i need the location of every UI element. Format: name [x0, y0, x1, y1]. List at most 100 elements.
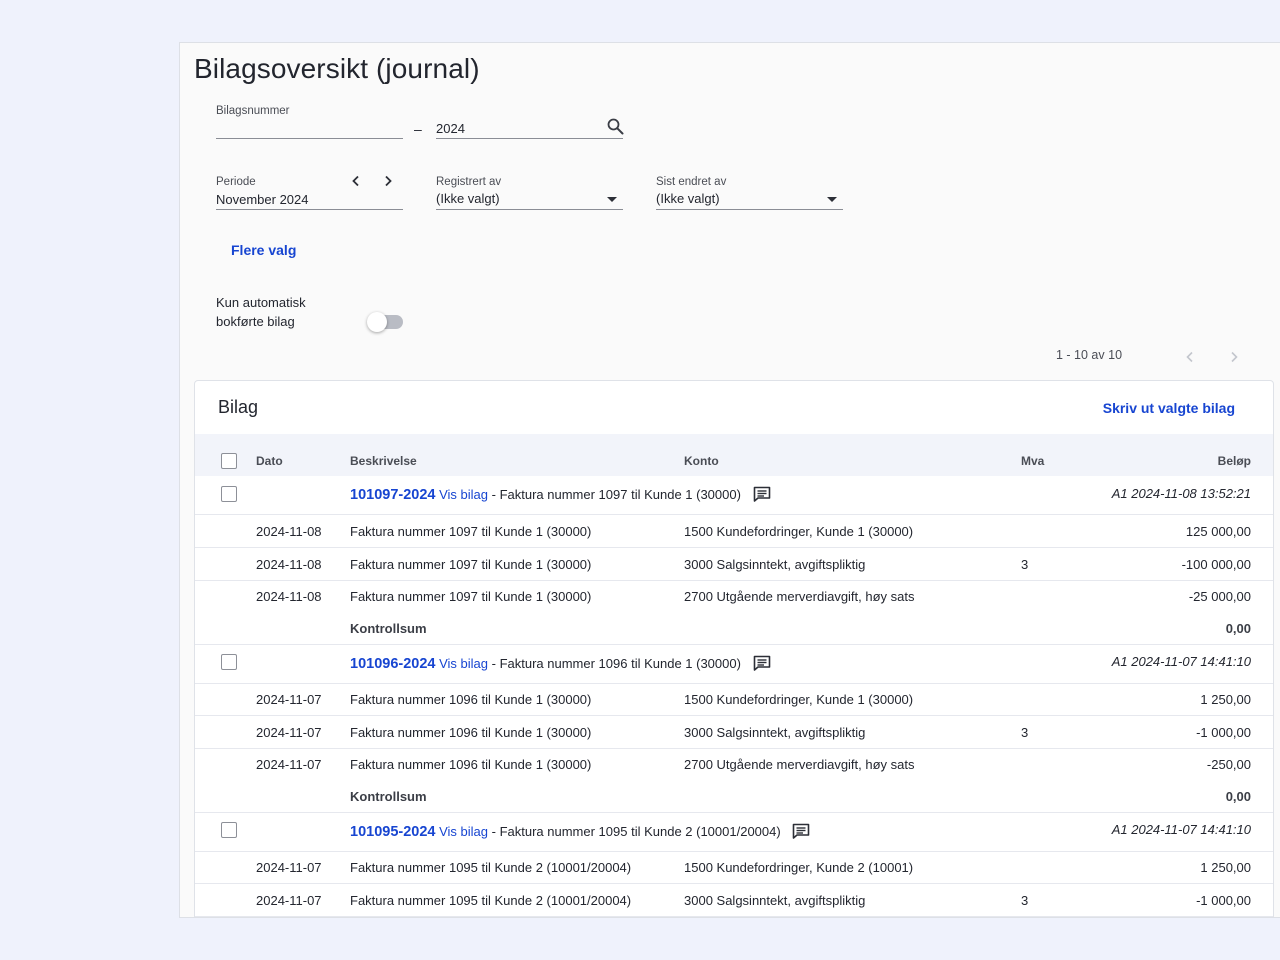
line-amount: 1 250,00 — [1200, 692, 1251, 707]
control-sum-value: 0,00 — [1225, 621, 1251, 636]
bilagsnummer-to-input[interactable]: 2024 — [436, 121, 465, 136]
table-row: 2024-11-07 Faktura nummer 1095 til Kunde… — [195, 852, 1273, 884]
line-amount: -1 000,00 — [1196, 725, 1251, 740]
auto-posted-toggle-label: Kun automatisk bokførte bilag — [216, 293, 336, 331]
card-title: Bilag — [218, 397, 259, 417]
voucher-description: Faktura nummer 1097 til Kunde 1 (30000) — [499, 487, 741, 502]
page-title: Bilagsoversikt (journal) — [194, 53, 480, 84]
line-account: 3000 Salgsinntekt, avgiftspliktig — [684, 725, 866, 740]
voucher-separator: - — [488, 656, 500, 671]
line-date: 2024-11-07 — [256, 725, 322, 740]
comment-icon[interactable] — [753, 655, 771, 671]
voucher-meta: A1 2024-11-07 14:41:10 — [1111, 822, 1251, 837]
table-row: 2024-11-07 Faktura nummer 1095 til Kunde… — [195, 884, 1273, 917]
column-mva[interactable]: Mva — [1021, 454, 1044, 468]
sist-endret-av-select[interactable]: (Ikke valgt) — [656, 191, 720, 206]
view-voucher-link[interactable]: Vis bilag — [439, 656, 488, 671]
select-all-checkbox[interactable] — [221, 453, 237, 469]
voucher-header-row: 101095-2024 Vis bilag - Faktura nummer 1… — [195, 813, 1273, 852]
voucher-checkbox[interactable] — [221, 654, 237, 670]
voucher-separator: - — [488, 487, 500, 502]
line-date: 2024-11-07 — [256, 757, 322, 772]
more-options-button[interactable]: Flere valg — [231, 242, 296, 258]
voucher-header-row: 101097-2024 Vis bilag - Faktura nummer 1… — [195, 476, 1273, 515]
journal-panel: Bilagsoversikt (journal) Bilagsnummer – … — [179, 42, 1280, 918]
dropdown-arrow-icon[interactable] — [826, 196, 838, 203]
chevron-right-icon[interactable] — [382, 175, 394, 187]
line-amount: -25 000,00 — [1188, 589, 1251, 604]
line-date: 2024-11-08 — [256, 589, 322, 604]
auto-posted-toggle-label-line2: bokførte bilag — [216, 314, 295, 329]
line-description: Faktura nummer 1097 til Kunde 1 (30000) — [350, 524, 592, 539]
control-sum-value: 0,00 — [1225, 789, 1251, 804]
pager-next-icon[interactable] — [1228, 351, 1240, 363]
periode-underline — [216, 209, 403, 210]
line-description: Faktura nummer 1095 til Kunde 2 (10001/2… — [350, 893, 632, 908]
voucher-number[interactable]: 101097-2024 — [350, 487, 435, 503]
column-dato[interactable]: Dato — [256, 454, 283, 468]
line-account: 2700 Utgående merverdiavgift, høy sats — [684, 757, 915, 772]
line-amount: -100 000,00 — [1181, 557, 1251, 572]
voucher-meta: A1 2024-11-07 14:41:10 — [1111, 654, 1251, 669]
line-amount: -250,00 — [1206, 757, 1251, 772]
voucher-separator: - — [488, 824, 500, 839]
vouchers-card: Bilag Skriv ut valgte bilag Dato Beskriv… — [194, 380, 1274, 917]
bilagsnummer-to-underline — [436, 138, 623, 139]
line-account: 1500 Kundefordringer, Kunde 2 (10001) — [684, 860, 914, 875]
periode-value[interactable]: November 2024 — [216, 192, 309, 207]
pager-prev-icon[interactable] — [1184, 351, 1196, 363]
voucher-number[interactable]: 101095-2024 — [350, 824, 435, 840]
registrert-av-select[interactable]: (Ikke valgt) — [436, 191, 500, 206]
range-dash: – — [414, 121, 422, 137]
table-header: Dato Beskrivelse Konto Mva Beløp — [195, 434, 1273, 476]
registrert-av-label: Registrert av — [436, 176, 502, 188]
line-account: 1500 Kundefordringer, Kunde 1 (30000) — [684, 692, 914, 707]
table-row: 2024-11-07 Faktura nummer 1096 til Kunde… — [195, 716, 1273, 749]
line-account: 3000 Salgsinntekt, avgiftspliktig — [684, 557, 866, 572]
sist-endret-av-label: Sist endret av — [656, 176, 727, 188]
view-voucher-link[interactable]: Vis bilag — [439, 487, 488, 502]
search-icon[interactable] — [607, 118, 624, 135]
line-account: 2700 Utgående merverdiavgift, høy sats — [684, 589, 915, 604]
registrert-av-underline — [436, 209, 623, 210]
voucher-title: 101097-2024 Vis bilag - Faktura nummer 1… — [350, 486, 771, 503]
line-amount: 1 250,00 — [1200, 860, 1251, 875]
line-description: Faktura nummer 1096 til Kunde 1 (30000) — [350, 725, 592, 740]
print-selected-button[interactable]: Skriv ut valgte bilag — [1103, 400, 1235, 416]
line-amount: -1 000,00 — [1196, 893, 1251, 908]
line-account: 1500 Kundefordringer, Kunde 1 (30000) — [684, 524, 914, 539]
comment-icon[interactable] — [792, 823, 810, 839]
line-vat: 3 — [1021, 557, 1029, 572]
line-description: Faktura nummer 1097 til Kunde 1 (30000) — [350, 557, 592, 572]
auto-posted-toggle-label-line1: Kun automatisk — [216, 295, 306, 310]
pager-range-text: 1 - 10 av 10 — [1056, 348, 1123, 362]
column-konto[interactable]: Konto — [684, 454, 719, 468]
table-row: 2024-11-08 Faktura nummer 1097 til Kunde… — [195, 515, 1273, 548]
auto-posted-toggle[interactable] — [367, 312, 403, 332]
column-beskrivelse[interactable]: Beskrivelse — [350, 454, 417, 468]
bilagsnummer-label: Bilagsnummer — [216, 105, 290, 117]
dropdown-arrow-icon[interactable] — [606, 196, 618, 203]
voucher-meta: A1 2024-11-08 13:52:21 — [1111, 486, 1251, 501]
voucher-header-row: 101096-2024 Vis bilag - Faktura nummer 1… — [195, 645, 1273, 684]
line-amount: 125 000,00 — [1185, 524, 1251, 539]
toggle-knob — [367, 312, 387, 332]
voucher-description: Faktura nummer 1096 til Kunde 1 (30000) — [499, 656, 741, 671]
voucher-title: 101096-2024 Vis bilag - Faktura nummer 1… — [350, 655, 771, 672]
voucher-checkbox[interactable] — [221, 822, 237, 838]
line-date: 2024-11-07 — [256, 893, 322, 908]
voucher-checkbox[interactable] — [221, 486, 237, 502]
column-belop[interactable]: Beløp — [1218, 454, 1251, 468]
comment-icon[interactable] — [753, 486, 771, 502]
line-account: 3000 Salgsinntekt, avgiftspliktig — [684, 893, 866, 908]
view-voucher-link[interactable]: Vis bilag — [439, 824, 488, 839]
chevron-left-icon[interactable] — [350, 175, 362, 187]
voucher-description: Faktura nummer 1095 til Kunde 2 (10001/2… — [499, 824, 781, 839]
line-vat: 3 — [1021, 725, 1029, 740]
periode-label: Periode — [216, 176, 256, 188]
line-description: Faktura nummer 1095 til Kunde 2 (10001/2… — [350, 860, 632, 875]
voucher-title: 101095-2024 Vis bilag - Faktura nummer 1… — [350, 823, 810, 840]
voucher-number[interactable]: 101096-2024 — [350, 656, 435, 672]
table-row: 2024-11-07 Faktura nummer 1096 til Kunde… — [195, 749, 1273, 813]
line-date: 2024-11-07 — [256, 860, 322, 875]
